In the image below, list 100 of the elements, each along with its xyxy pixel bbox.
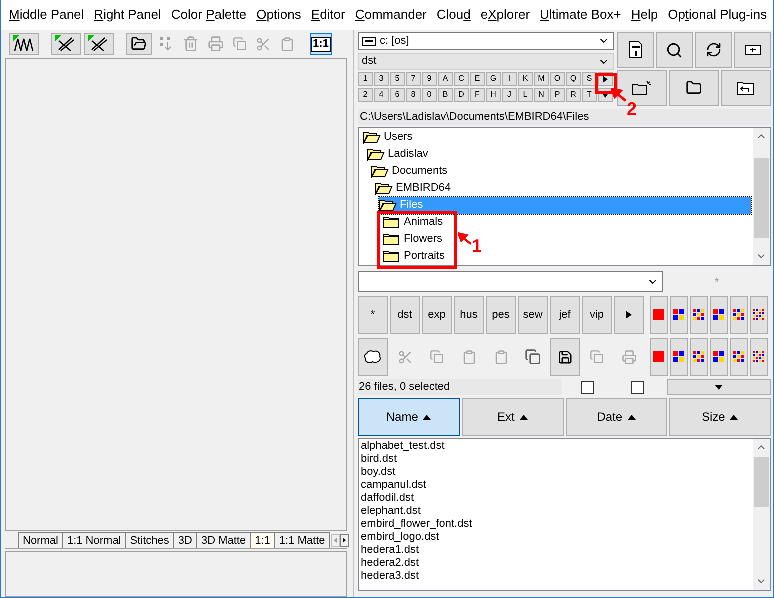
more-extensions-button[interactable] xyxy=(614,296,644,334)
tree-item[interactable]: Portraits xyxy=(383,248,446,265)
menu-item[interactable]: eXplorer xyxy=(476,5,534,25)
file-item[interactable]: hedera1.dst xyxy=(361,544,753,557)
extension-filter-button[interactable]: dst xyxy=(390,296,420,334)
search-button[interactable] xyxy=(656,32,693,68)
checkbox[interactable] xyxy=(580,380,594,394)
extension-filter-button[interactable]: * xyxy=(358,296,388,334)
thumbnail-size-button[interactable] xyxy=(730,296,748,334)
jump-key[interactable]: M xyxy=(534,72,549,86)
scrollbar[interactable] xyxy=(753,128,770,265)
jump-key[interactable]: T xyxy=(582,88,597,102)
file-item[interactable]: elephant.dst xyxy=(361,505,753,518)
menu-item[interactable]: Editor xyxy=(307,5,350,25)
sort-header[interactable]: Size xyxy=(669,398,771,436)
stitch-view-button[interactable] xyxy=(84,33,114,55)
jump-key[interactable]: F xyxy=(470,88,485,102)
stitch-view-button[interactable] xyxy=(51,33,81,55)
thumbnail-size-button[interactable] xyxy=(670,338,688,376)
file-list[interactable]: alphabet_test.dst bird.dst boy.dst campanul.dst daffodil.dst elephant.dst embird_flower_font.dst embird_logo.dst hedera1.dst hedera2.dst hedera3.dst xyxy=(358,438,771,591)
thumbnail-size-button[interactable] xyxy=(650,296,668,334)
menu-item[interactable]: Middle Panel xyxy=(5,5,88,25)
select-button[interactable] xyxy=(358,338,388,376)
sort-header[interactable]: Ext xyxy=(462,398,564,436)
menu-item[interactable]: Options xyxy=(252,5,306,25)
jump-key[interactable]: E xyxy=(470,72,485,86)
parent-folder-button[interactable] xyxy=(721,70,771,106)
folder-button[interactable] xyxy=(669,70,719,106)
save-button[interactable] xyxy=(550,338,580,376)
file-item[interactable]: bird.dst xyxy=(361,453,753,466)
thumbnail-size-button[interactable] xyxy=(670,296,688,334)
tree-item[interactable]: Documents xyxy=(371,163,449,180)
tree-item[interactable]: EMBIRD64 xyxy=(375,180,452,197)
rename-button[interactable] xyxy=(734,32,771,68)
extension-filter-button[interactable]: pes xyxy=(486,296,516,334)
extension-filter-button[interactable]: vip xyxy=(582,296,612,334)
jump-key[interactable]: L xyxy=(518,88,533,102)
tree-item[interactable]: Flowers xyxy=(383,231,444,248)
jump-key[interactable]: A xyxy=(438,72,453,86)
menu-item[interactable]: Help xyxy=(627,5,662,25)
menu-item[interactable]: Right Panel xyxy=(90,5,166,25)
extension-filter-button[interactable]: exp xyxy=(422,296,452,334)
view-tab[interactable]: 1:1 Matte xyxy=(274,532,330,548)
sort-header[interactable]: Name xyxy=(358,398,460,436)
zoom-button[interactable]: 1:1 xyxy=(310,33,332,55)
menu-item[interactable]: Commander xyxy=(351,5,431,25)
jump-key[interactable]: J xyxy=(502,88,517,102)
jump-key[interactable]: O xyxy=(550,72,565,86)
thumbnail-size-button[interactable] xyxy=(750,296,768,334)
jump-key[interactable]: C xyxy=(454,72,469,86)
file-item[interactable]: embird_flower_font.dst xyxy=(361,518,753,531)
file-item[interactable]: hedera2.dst xyxy=(361,557,753,570)
jump-key[interactable]: G xyxy=(486,72,501,86)
jump-key[interactable]: 9 xyxy=(422,72,437,86)
jump-key[interactable]: R xyxy=(566,88,581,102)
jump-key[interactable]: 7 xyxy=(406,72,421,86)
jump-key[interactable]: 0 xyxy=(422,88,437,102)
thumbnail-size-button[interactable] xyxy=(710,338,728,376)
thumbnail-size-button[interactable] xyxy=(710,296,728,334)
jump-key[interactable]: 1 xyxy=(358,72,373,86)
file-item[interactable]: campanul.dst xyxy=(361,479,753,492)
extension-filter-button[interactable]: jef xyxy=(550,296,580,334)
view-tab[interactable]: Normal xyxy=(18,532,64,548)
thumbnail-size-button[interactable] xyxy=(730,338,748,376)
thumbnail-size-button[interactable] xyxy=(750,338,768,376)
jump-key[interactable]: 3 xyxy=(374,72,389,86)
jump-key[interactable]: 4 xyxy=(374,88,389,102)
thumbnail-size-button[interactable] xyxy=(650,338,668,376)
jump-key[interactable]: I xyxy=(502,72,517,86)
tree-item[interactable]: Animals xyxy=(383,214,444,231)
jump-key[interactable]: P xyxy=(550,88,565,102)
scrollbar[interactable] xyxy=(753,439,770,590)
jump-key[interactable]: K xyxy=(518,72,533,86)
file-item[interactable]: boy.dst xyxy=(361,466,753,479)
open-button[interactable] xyxy=(126,33,152,55)
file-item[interactable]: alphabet_test.dst xyxy=(361,440,753,453)
extension-filter-button[interactable]: sew xyxy=(518,296,548,334)
file-item[interactable]: embird_logo.dst xyxy=(361,531,753,544)
drive-dropdown[interactable]: c: [os] xyxy=(358,32,614,50)
thumbnail-size-button[interactable] xyxy=(690,338,708,376)
jump-key[interactable]: B xyxy=(438,88,453,102)
filter-dropdown[interactable]: dst xyxy=(358,53,614,70)
jump-key[interactable]: 2 xyxy=(358,88,373,102)
jump-key[interactable]: 6 xyxy=(390,88,405,102)
tree-item[interactable]: Ladislav xyxy=(367,146,430,163)
menu-item[interactable]: Ultimate Box+ xyxy=(536,5,626,25)
thumbnail-size-button[interactable] xyxy=(690,296,708,334)
view-tab[interactable]: 1:1 xyxy=(250,532,276,548)
menu-item[interactable]: Optional Plug-ins xyxy=(664,5,772,25)
jump-key[interactable]: H xyxy=(486,88,501,102)
file-item[interactable]: hedera3.dst xyxy=(361,570,753,583)
tab-scroll-right-icon[interactable] xyxy=(340,534,350,547)
extension-filter-button[interactable]: hus xyxy=(454,296,484,334)
checkbox[interactable] xyxy=(630,380,644,394)
menu-item[interactable]: Color Palette xyxy=(167,5,251,25)
refresh-button[interactable] xyxy=(695,32,732,68)
documents-icon[interactable] xyxy=(525,349,541,365)
jump-key[interactable]: 5 xyxy=(390,72,405,86)
jump-key[interactable]: N xyxy=(534,88,549,102)
stitch-view-button[interactable] xyxy=(9,33,39,55)
